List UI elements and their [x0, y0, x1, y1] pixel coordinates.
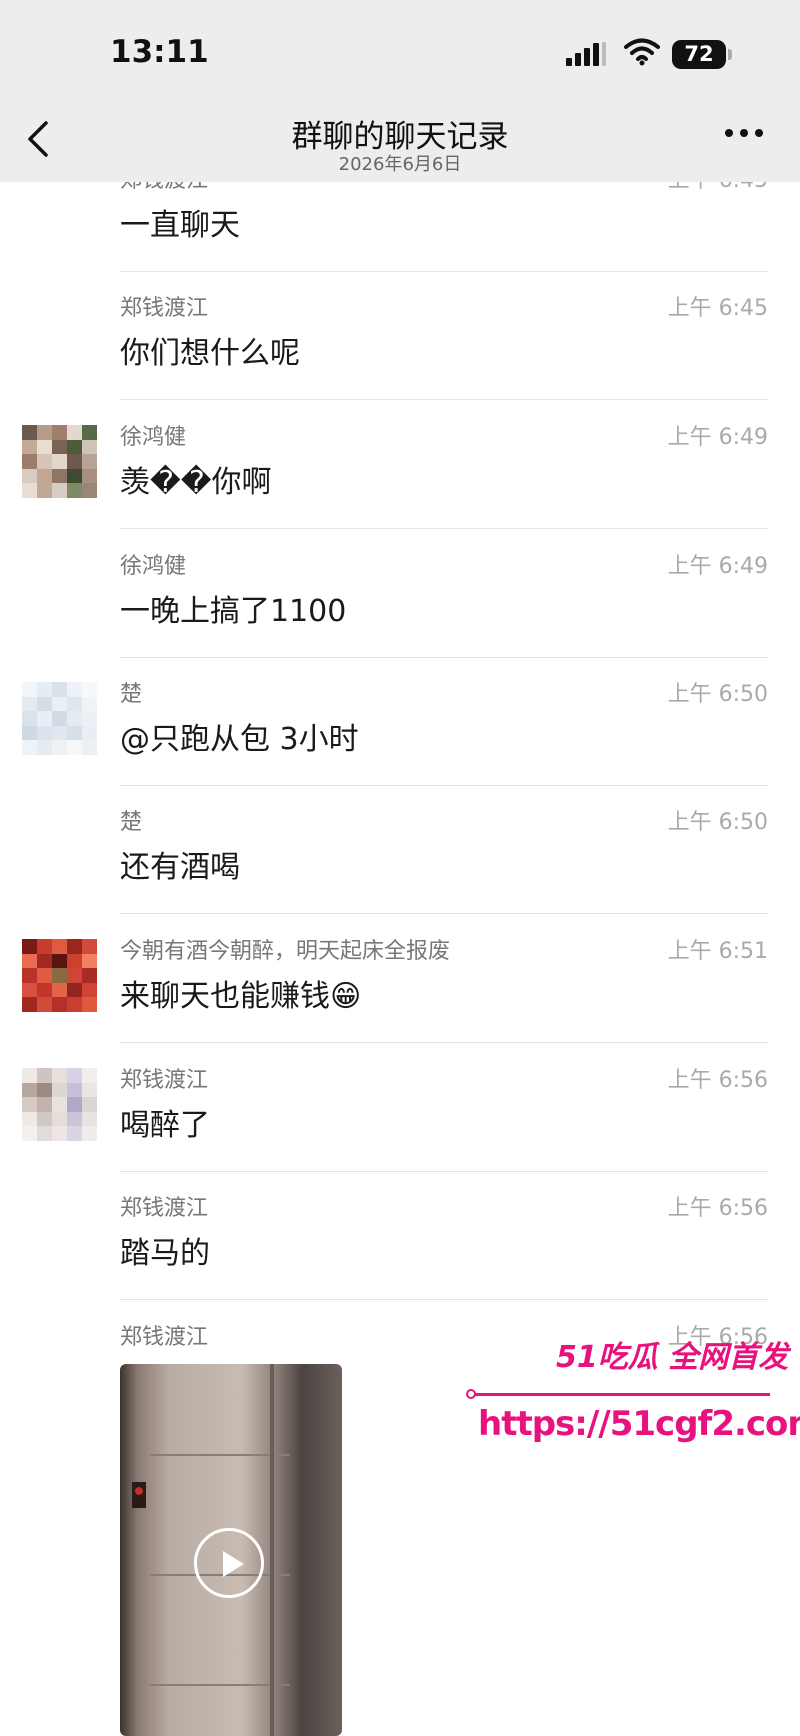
header-bar: 13:11 72 群聊的聊天记录 2026年6月6日: [0, 0, 800, 182]
message-time: 上午 6:45: [667, 296, 768, 321]
more-icon[interactable]: [724, 128, 764, 138]
message-row: 徐鸿健 上午 6:49 羡��你啊: [0, 401, 800, 529]
message-sender: 郑钱渡江: [120, 1196, 209, 1221]
message-text[interactable]: @只跑从包 3小时: [120, 714, 359, 758]
divider: [270, 1364, 274, 1736]
message-sender: 郑钱渡江: [120, 296, 209, 321]
avatar[interactable]: [22, 939, 97, 1012]
message-time: 上午 6:50: [667, 682, 768, 707]
divider: [150, 1684, 290, 1686]
message-sender: 楚: [120, 682, 143, 707]
divider: [150, 1454, 290, 1456]
message-row: 今朝有酒今朝醉，明天起床全报废 上午 6:51 来聊天也能赚钱😁: [0, 915, 800, 1043]
message-time: 上午 6:51: [667, 939, 768, 964]
play-icon[interactable]: [194, 1528, 264, 1598]
divider: [120, 1299, 768, 1300]
divider: [120, 913, 768, 914]
message-row: 郑钱渡江 上午 6:45 你们想什么呢: [0, 272, 800, 400]
divider: [120, 399, 768, 400]
message-sender: 郑钱渡江: [120, 1068, 209, 1093]
divider: [120, 1042, 768, 1043]
avatar[interactable]: [22, 425, 97, 498]
battery-icon: 72: [672, 40, 726, 69]
message-sender: 郑钱渡江: [120, 1325, 209, 1350]
divider: [120, 528, 768, 529]
message-row: 郑钱渡江 上午 6:56 喝醉了: [0, 1044, 800, 1172]
message-time: 上午 6:49: [667, 425, 768, 450]
page-subtitle: 2026年6月6日: [338, 154, 462, 175]
message-sender: 徐鸿健: [120, 425, 187, 450]
message-text[interactable]: 一晚上搞了1100: [120, 586, 346, 630]
watermark-dot: [466, 1389, 476, 1399]
message-text[interactable]: 你们想什么呢: [120, 328, 300, 372]
message-row: 郑钱渡江 上午 6:56 踏马的: [0, 1172, 800, 1300]
message-time: 上午 6:49: [667, 554, 768, 579]
message-row: 楚 上午 6:50 还有酒喝: [0, 786, 800, 914]
signal-icon: [566, 42, 606, 66]
message-text[interactable]: 来聊天也能赚钱😁: [120, 971, 361, 1015]
message-text[interactable]: 还有酒喝: [120, 842, 240, 886]
message-text[interactable]: 踏马的: [120, 1228, 210, 1272]
wifi-icon: [624, 38, 660, 66]
message-time: 上午 6:50: [667, 810, 768, 835]
watermark-brand: 51吃瓜 全网首发: [556, 1340, 789, 1375]
message-text[interactable]: 喝醉了: [120, 1100, 210, 1144]
message-text[interactable]: 羡��你啊: [120, 457, 272, 501]
status-time: 13:11: [110, 34, 209, 70]
video-thumbnail[interactable]: [120, 1364, 342, 1736]
avatar[interactable]: [22, 682, 97, 755]
message-row: 徐鸿健 上午 6:49 一晚上搞了1100: [0, 530, 800, 658]
message-sender: 今朝有酒今朝醉，明天起床全报废: [120, 939, 451, 964]
message-sender: 徐鸿健: [120, 554, 187, 579]
avatar[interactable]: [22, 1068, 97, 1141]
message-time: 上午 6:56: [667, 1068, 768, 1093]
message-time: 上午 6:56: [667, 1196, 768, 1221]
battery-tip: [728, 49, 732, 60]
message-sender: 楚: [120, 810, 143, 835]
message-text[interactable]: 一直聊天: [120, 200, 240, 244]
watermark-url: https://51cgf2.com: [478, 1404, 800, 1444]
message-row: 楚 上午 6:50 @只跑从包 3小时: [0, 658, 800, 786]
watermark-line: [470, 1393, 770, 1396]
button-panel-icon: [132, 1482, 146, 1508]
